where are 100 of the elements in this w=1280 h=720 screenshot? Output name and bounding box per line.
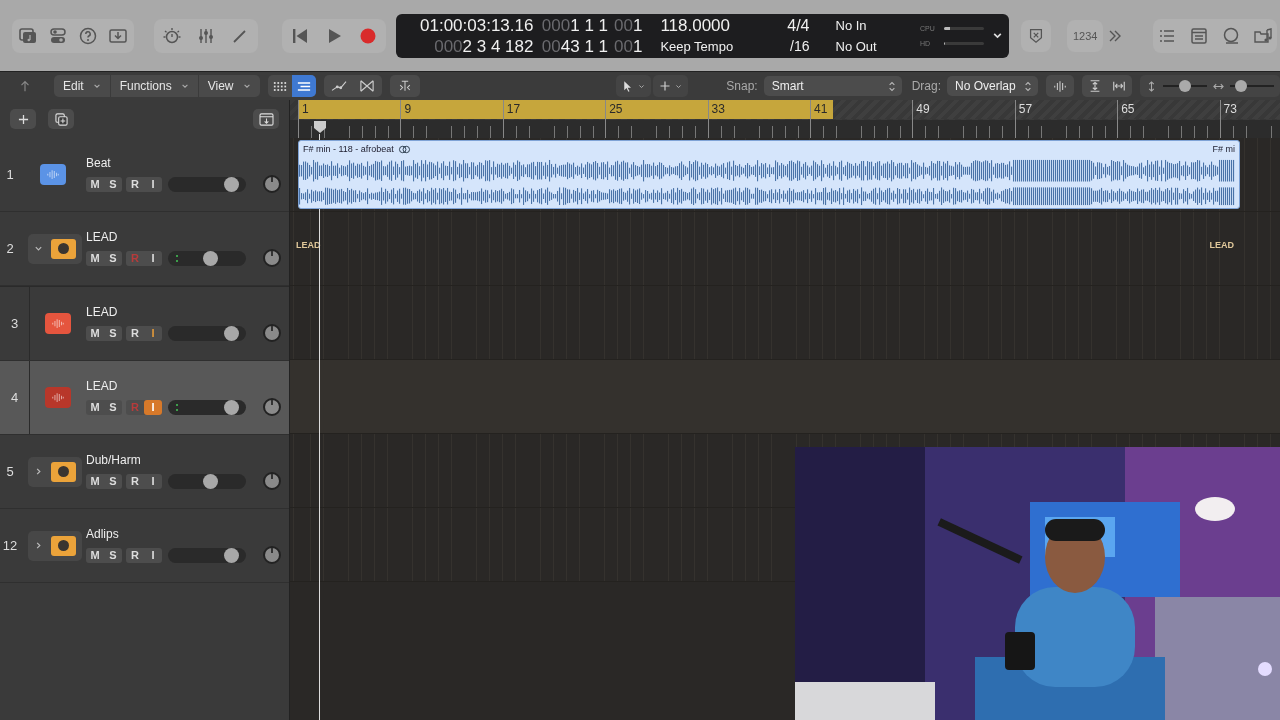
input-monitor-button[interactable]: I	[144, 250, 162, 266]
bar-number: 25	[609, 102, 623, 116]
duplicate-track-button[interactable]	[48, 109, 74, 129]
bar-number: 65	[1121, 102, 1135, 116]
browser-icon[interactable]	[1253, 25, 1274, 46]
caret-icon[interactable]	[675, 82, 683, 90]
lcd-value: 0002 3 4 182	[434, 35, 534, 57]
caret-icon[interactable]	[638, 82, 646, 90]
track-name[interactable]: Dub/Harm	[86, 453, 281, 467]
chevron-icon[interactable]	[34, 467, 43, 476]
volume-fader[interactable]	[168, 547, 246, 563]
chevron-icon[interactable]	[34, 244, 43, 253]
library-icon[interactable]	[18, 25, 38, 46]
solo-button[interactable]: S	[104, 250, 122, 266]
stepper-icon[interactable]	[1024, 80, 1032, 92]
volume-fader[interactable]	[168, 399, 246, 415]
waveform-zoom-icon[interactable]	[1053, 80, 1067, 92]
solo-button[interactable]: S	[104, 547, 122, 563]
record-button[interactable]: R	[126, 176, 144, 192]
stack-button[interactable]	[28, 233, 82, 264]
toggle-icon[interactable]	[48, 25, 68, 46]
input-monitor-button[interactable]: I	[144, 176, 162, 192]
plus-icon[interactable]	[17, 113, 29, 125]
flex-icon[interactable]	[358, 79, 377, 93]
lcd-value: 001	[614, 35, 643, 57]
mute-button[interactable]: M	[86, 250, 104, 266]
track-number: 12	[1, 538, 19, 553]
caret-icon[interactable]	[180, 82, 189, 90]
count-in-button[interactable]: 1234	[1067, 19, 1104, 52]
solo-button[interactable]: S	[104, 176, 122, 192]
lcd-value: 118.0000	[660, 14, 732, 36]
record-button[interactable]: R	[126, 547, 144, 563]
fit-vertical-icon[interactable]	[1088, 79, 1102, 93]
list-view-toggle[interactable]	[291, 75, 317, 97]
list-icon[interactable]	[297, 80, 312, 92]
tray-icon[interactable]	[258, 112, 274, 126]
volume-fader[interactable]	[168, 250, 246, 266]
lcd-value: 001	[614, 14, 643, 36]
bar-number: 73	[1223, 102, 1237, 116]
menu-button[interactable]: Edit	[54, 75, 111, 97]
track-name[interactable]: Adlips	[86, 527, 281, 541]
volume-fader[interactable]	[168, 176, 246, 192]
track-name[interactable]: LEAD	[86, 230, 281, 244]
mute-button[interactable]: M	[86, 473, 104, 489]
solo-button[interactable]: S	[104, 473, 122, 489]
duplicate-icon[interactable]	[54, 112, 68, 126]
catch-track-button[interactable]	[253, 109, 279, 129]
caret-icon[interactable]	[242, 82, 251, 90]
stack-button[interactable]	[28, 530, 82, 561]
pan-knob[interactable]	[263, 249, 281, 267]
pan-knob[interactable]	[263, 324, 281, 342]
input-monitor-button[interactable]: I	[144, 547, 162, 563]
input-monitor-button[interactable]: I	[144, 473, 162, 489]
track-name[interactable]: LEAD	[86, 305, 281, 319]
pan-knob[interactable]	[263, 472, 281, 490]
mute-button[interactable]: M	[86, 325, 104, 341]
mute-button[interactable]: M	[86, 399, 104, 415]
menu-button[interactable]: Functions	[110, 75, 199, 97]
close-icon[interactable]	[1027, 26, 1045, 45]
audio-region[interactable]: F# min - 118 - afrobeat F# mi	[298, 140, 1240, 209]
help-icon[interactable]	[78, 25, 98, 46]
volume-fader[interactable]	[168, 473, 246, 489]
track-name[interactable]: Beat	[86, 156, 281, 170]
caret-icon[interactable]	[92, 82, 101, 90]
cycle-track[interactable]	[298, 100, 1280, 119]
grid-icon[interactable]	[272, 80, 287, 92]
lcd-value: 0043 1 1	[541, 35, 609, 57]
pan-knob[interactable]	[263, 398, 281, 416]
metronome-icon[interactable]	[162, 25, 182, 46]
lcd-value: 4/4	[787, 15, 810, 36]
notepad-icon[interactable]	[1189, 25, 1210, 46]
chevron-icon[interactable]	[34, 541, 43, 550]
close-badge-button[interactable]	[1021, 19, 1051, 52]
crosshair-tool-button[interactable]	[653, 75, 689, 97]
mute-button[interactable]: M	[86, 176, 104, 192]
automation-icon[interactable]	[330, 79, 349, 93]
pan-knob[interactable]	[263, 175, 281, 193]
add-track-button[interactable]	[10, 109, 36, 129]
timeline-ruler[interactable]: 1 9 17 25 33 41 49 57 65 73	[290, 100, 1280, 138]
stepper-icon[interactable]	[887, 80, 896, 92]
drag-dropdown[interactable]: No Overlap	[947, 76, 1038, 96]
record-button[interactable]: R	[126, 473, 144, 489]
volume-fader[interactable]	[168, 325, 246, 341]
track-name[interactable]: LEAD	[86, 379, 281, 393]
stack-button[interactable]	[28, 456, 82, 487]
record-button[interactable]: R	[126, 325, 144, 341]
bar-number: 41	[813, 102, 828, 116]
menu-button[interactable]: View	[198, 75, 260, 97]
level-meter	[176, 403, 181, 411]
input-monitor-button[interactable]: I	[144, 325, 162, 341]
pointer-tool-button[interactable]	[616, 75, 652, 97]
snap-dropdown[interactable]: Smart	[763, 76, 902, 96]
fit-horizontal-icon[interactable]	[1112, 79, 1126, 93]
solo-button[interactable]: S	[104, 325, 122, 341]
solo-button[interactable]: S	[104, 399, 122, 415]
knob-icon	[51, 535, 76, 556]
pan-knob[interactable]	[263, 546, 281, 564]
plus-icon[interactable]	[659, 80, 672, 92]
mute-button[interactable]: M	[86, 547, 104, 563]
lcd-value: No Out	[835, 37, 878, 56]
